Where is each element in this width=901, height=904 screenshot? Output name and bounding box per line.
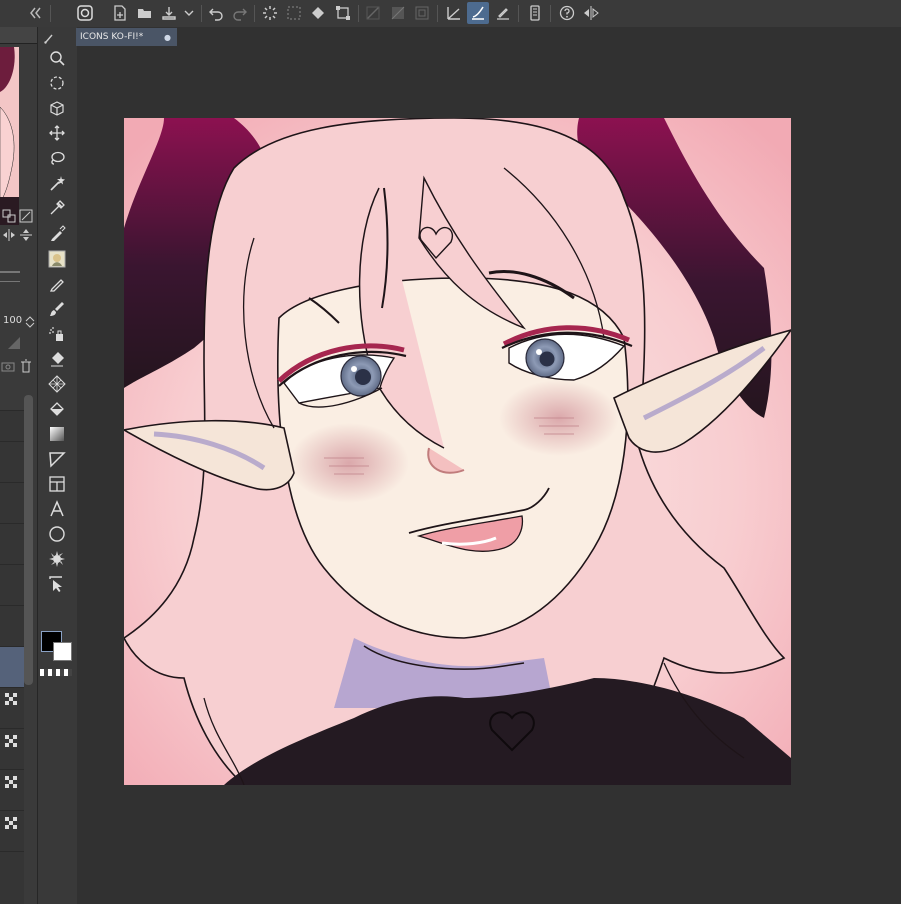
object-tool-icon[interactable] — [46, 97, 68, 119]
fill-tool-icon[interactable] — [46, 398, 68, 420]
camera-icon[interactable] — [1, 358, 15, 372]
layer-row[interactable] — [0, 441, 24, 482]
opacity-value[interactable]: 100 — [3, 315, 22, 326]
save-menu-chevron-down-icon[interactable] — [178, 2, 200, 24]
pencil-tool-icon[interactable] — [46, 273, 68, 295]
canvas-artwork[interactable] — [121, 117, 793, 786]
move-layer-tool-icon[interactable] — [46, 122, 68, 144]
save-icon[interactable] — [158, 2, 180, 24]
blend-tool-icon[interactable] — [46, 373, 68, 395]
pen-pressure-icon[interactable] — [492, 2, 514, 24]
document-tab-modified-dot[interactable]: ● — [164, 33, 171, 42]
folder-layer-icon[interactable] — [4, 774, 18, 788]
tool-palette-header — [40, 29, 72, 44]
layer-scrollbar[interactable] — [24, 395, 33, 685]
gradient-tool-icon[interactable] — [46, 423, 68, 445]
folder-layer-icon[interactable] — [4, 691, 18, 705]
fit-view-icon[interactable] — [19, 208, 33, 223]
layer-row[interactable] — [0, 564, 24, 605]
magic-wand-tool-icon[interactable] — [46, 172, 68, 194]
document-tab-title: ICONS KO-FI!* — [80, 32, 144, 42]
pen-tool-icon[interactable] — [46, 223, 68, 245]
figure-tool-icon[interactable] — [46, 448, 68, 470]
layer-row[interactable] — [0, 410, 24, 441]
panel-collapse-icon[interactable] — [24, 2, 46, 24]
eraser-tool-icon[interactable] — [46, 348, 68, 370]
document-tab[interactable]: ICONS KO-FI!* ● — [76, 28, 177, 46]
text-tool-icon[interactable] — [46, 498, 68, 520]
layer-row[interactable] — [0, 523, 24, 564]
folder-layer-icon[interactable] — [4, 815, 18, 829]
panel-header — [0, 27, 37, 44]
airbrush-tool-icon[interactable] — [46, 323, 68, 345]
navigator-thumbnail[interactable] — [0, 47, 19, 225]
layer-row-selected[interactable] — [0, 646, 24, 687]
transparent-color-swatch[interactable] — [40, 669, 72, 676]
balloon-tool-icon[interactable] — [46, 523, 68, 545]
loading-icon[interactable] — [259, 2, 281, 24]
top-command-bar — [0, 0, 901, 28]
sub-color-swatch[interactable] — [53, 642, 72, 661]
tool-palette — [37, 27, 78, 904]
rotate-view-tool-icon[interactable] — [46, 72, 68, 94]
undo-icon[interactable] — [205, 2, 227, 24]
layer-mask-icon[interactable] — [7, 335, 21, 349]
frame-border-tool-icon[interactable] — [46, 473, 68, 495]
ruler-line-icon[interactable] — [443, 2, 465, 24]
app-logo-icon[interactable] — [74, 2, 96, 24]
fill-icon[interactable] — [307, 2, 329, 24]
transform-icon[interactable] — [332, 2, 354, 24]
special-ruler-icon[interactable] — [411, 2, 433, 24]
smartphone-icon[interactable] — [524, 2, 546, 24]
layer-row[interactable] — [0, 851, 24, 904]
open-file-icon[interactable] — [134, 2, 156, 24]
blend-mode-bar[interactable] — [0, 271, 20, 273]
flip-horizontal-icon[interactable] — [2, 227, 16, 241]
help-icon[interactable] — [556, 2, 578, 24]
layer-row[interactable] — [0, 605, 24, 646]
eyedropper-tool-icon[interactable] — [46, 197, 68, 219]
folder-layer-icon[interactable] — [4, 733, 18, 747]
layer-row[interactable] — [0, 482, 24, 523]
lasso-tool-icon[interactable] — [46, 147, 68, 169]
redo-icon[interactable] — [229, 2, 251, 24]
stabilizer-icon[interactable] — [467, 2, 489, 24]
ruler-tool-icon[interactable] — [46, 573, 68, 595]
navigator-layer-panel: 100 — [0, 27, 37, 904]
brush-tool-icon[interactable] — [46, 298, 68, 320]
zoom-tool-icon[interactable] — [46, 47, 68, 69]
rotate-view-icon[interactable] — [2, 208, 16, 223]
snap-grid-icon[interactable] — [387, 2, 409, 24]
clear-selection-icon[interactable] — [283, 2, 305, 24]
new-file-icon[interactable] — [109, 2, 131, 24]
decoration-tool-icon[interactable] — [46, 548, 68, 570]
trash-icon[interactable] — [19, 358, 33, 373]
opacity-spinner-icon[interactable] — [23, 314, 37, 328]
flip-vertical-icon[interactable] — [19, 227, 33, 241]
flip-icon[interactable] — [580, 2, 602, 24]
sub-tool-thumbnail-icon[interactable] — [46, 248, 68, 270]
snap-ruler-icon[interactable] — [362, 2, 384, 24]
